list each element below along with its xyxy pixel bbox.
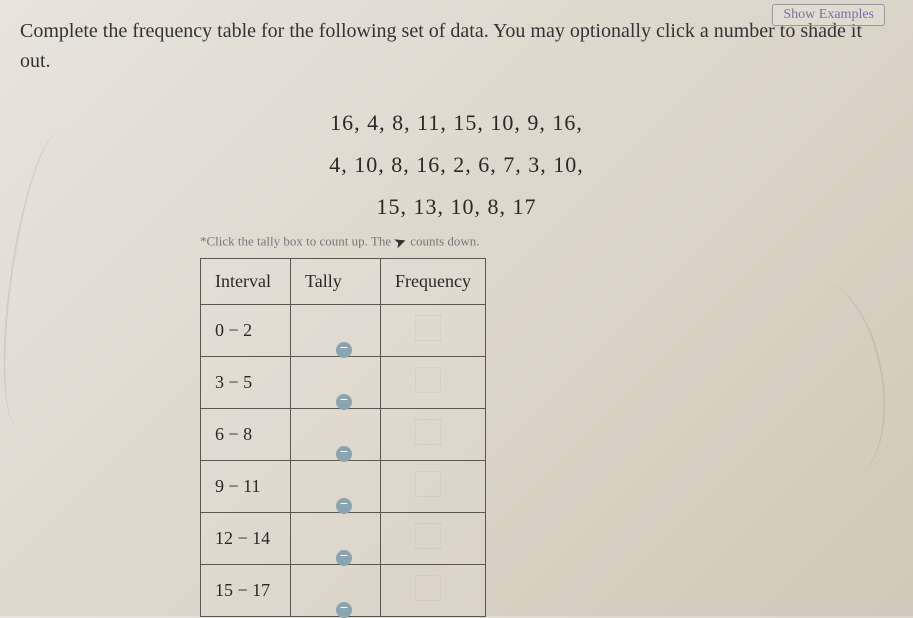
page-curl-right (766, 273, 899, 487)
frequency-cell[interactable] (381, 357, 486, 409)
header-frequency: Frequency (381, 259, 486, 305)
frequency-input[interactable] (415, 523, 441, 549)
tally-cell[interactable]: − (291, 461, 381, 513)
frequency-cell[interactable] (381, 409, 486, 461)
frequency-table: Interval Tally Frequency 0 − 2 − 3 − 5 −… (200, 258, 486, 617)
frequency-cell[interactable] (381, 461, 486, 513)
interval-cell: 9 − 11 (201, 461, 291, 513)
tally-hint: *Click the tally box to count up. The ➤ … (200, 233, 913, 252)
show-examples-button[interactable]: Show Examples (772, 4, 885, 26)
table-row: 6 − 8 − (201, 409, 486, 461)
frequency-cell[interactable] (381, 513, 486, 565)
frequency-cell[interactable] (381, 565, 486, 617)
hint-text-before: *Click the tally box to count up. The (200, 234, 391, 249)
frequency-input[interactable] (415, 471, 441, 497)
header-interval: Interval (201, 259, 291, 305)
frequency-cell[interactable] (381, 305, 486, 357)
frequency-input[interactable] (415, 367, 441, 393)
tally-cell[interactable]: − (291, 409, 381, 461)
header-tally: Tally (291, 259, 381, 305)
data-line-3[interactable]: 15, 13, 10, 8, 17 (329, 186, 584, 228)
table-row: 0 − 2 − (201, 305, 486, 357)
tally-cell[interactable]: − (291, 565, 381, 617)
table-row: 12 − 14 − (201, 513, 486, 565)
table-row: 3 − 5 − (201, 357, 486, 409)
tally-cell[interactable]: − (291, 357, 381, 409)
interval-cell: 12 − 14 (201, 513, 291, 565)
hint-text-after: counts down. (410, 234, 479, 249)
table-header-row: Interval Tally Frequency (201, 259, 486, 305)
frequency-input[interactable] (415, 575, 441, 601)
interval-cell: 6 − 8 (201, 409, 291, 461)
interval-cell: 15 − 17 (201, 565, 291, 617)
data-values[interactable]: 16, 4, 8, 11, 15, 10, 9, 16, 4, 10, 8, 1… (329, 102, 584, 227)
table-row: 15 − 17 − (201, 565, 486, 617)
frequency-input[interactable] (415, 315, 441, 341)
data-line-2[interactable]: 4, 10, 8, 16, 2, 6, 7, 3, 10, (329, 144, 584, 186)
table-row: 9 − 11 − (201, 461, 486, 513)
tally-cell[interactable]: − (291, 513, 381, 565)
interval-cell: 3 − 5 (201, 357, 291, 409)
data-line-1[interactable]: 16, 4, 8, 11, 15, 10, 9, 16, (329, 102, 584, 144)
page-curl-left (0, 127, 91, 432)
interval-cell: 0 − 2 (201, 305, 291, 357)
frequency-input[interactable] (415, 419, 441, 445)
tally-cell[interactable]: − (291, 305, 381, 357)
cursor-icon: ➤ (392, 232, 410, 254)
